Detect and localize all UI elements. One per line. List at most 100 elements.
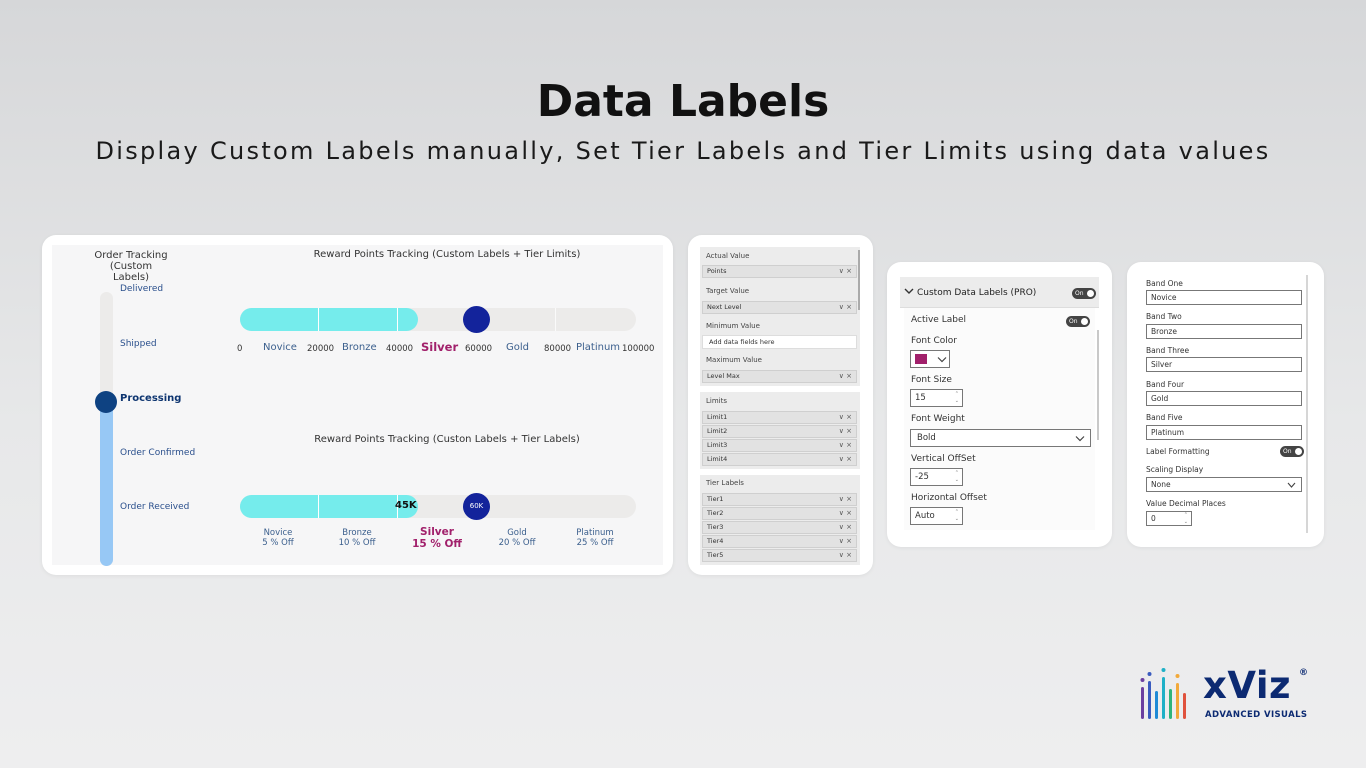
page-title: Data Labels — [536, 76, 830, 127]
tier-platinum: Platinum 25 % Off — [576, 528, 614, 548]
decimal-places-label: Value Decimal Places — [1146, 499, 1226, 508]
actual-value-field[interactable]: Points ∨ × — [702, 265, 857, 278]
decimal-places-stepper[interactable]: 0 ⌃ ⌄ — [1146, 511, 1192, 526]
horizontal-offset-stepper[interactable]: Auto ⌃ ⌄ — [910, 507, 963, 525]
stage-processing: Processing — [120, 393, 182, 404]
registered-mark: ® — [1299, 668, 1308, 678]
format-scrollbar[interactable] — [1097, 330, 1099, 440]
field-controls[interactable]: ∨ × — [839, 302, 852, 313]
limit-field[interactable]: Limit2 ∨ × — [702, 425, 857, 438]
field-controls[interactable]: ∨ × — [839, 454, 852, 465]
font-color-label: Font Color — [911, 336, 957, 346]
tier-separator — [397, 308, 398, 331]
stage-shipped: Shipped — [120, 339, 157, 349]
field-controls[interactable]: ∨ × — [839, 494, 852, 505]
field-controls[interactable]: ∨ × — [839, 266, 852, 277]
target-value-field[interactable]: Next Level ∨ × — [702, 301, 857, 314]
tier-label-bronze: Bronze — [342, 342, 377, 353]
section-toggle[interactable]: On — [1072, 288, 1096, 299]
tick-label: 100000 — [622, 344, 655, 354]
active-label-toggle[interactable]: On — [1066, 316, 1090, 327]
maximum-value-heading: Maximum Value — [706, 356, 762, 364]
vertical-offset-stepper[interactable]: -25 ⌃ ⌄ — [910, 468, 963, 486]
tier-silver-active: Silver 15 % Off — [412, 526, 462, 550]
tier-separator — [318, 495, 319, 518]
band-three-label: Band Three — [1146, 346, 1190, 355]
tier-label-field[interactable]: Tier3 ∨ × — [702, 521, 857, 534]
page-subtitle: Display Custom Labels manually, Set Tier… — [95, 137, 1271, 165]
limits-heading: Limits — [706, 397, 727, 405]
limit-field[interactable]: Limit3 ∨ × — [702, 439, 857, 452]
stage-order-received: Order Received — [120, 502, 190, 512]
field-controls[interactable]: ∨ × — [839, 371, 852, 382]
band-four-input[interactable]: Gold — [1146, 391, 1302, 406]
band-four-label: Band Four — [1146, 380, 1185, 389]
field-controls[interactable]: ∨ × — [839, 508, 852, 519]
target-value-heading: Target Value — [706, 287, 750, 295]
minimum-value-dropzone[interactable]: Add data fields here — [702, 335, 857, 349]
spinner-icon[interactable]: ⌃ ⌄ — [955, 470, 959, 484]
order-tracking-knob[interactable] — [95, 391, 117, 413]
tier-gold: Gold 20 % Off — [498, 528, 536, 548]
active-label-label: Active Label — [911, 315, 966, 325]
color-swatch — [915, 354, 927, 364]
tier-label-field[interactable]: Tier2 ∨ × — [702, 507, 857, 520]
tick-label: 20000 — [307, 344, 335, 354]
label-formatting-toggle[interactable]: On — [1280, 446, 1304, 457]
field-controls[interactable]: ∨ × — [839, 440, 852, 451]
spinner-icon[interactable]: ⌃ ⌄ — [1184, 512, 1188, 526]
limit-field[interactable]: Limit1 ∨ × — [702, 411, 857, 424]
stage-delivered: Delivered — [120, 284, 164, 294]
spinner-icon[interactable]: ⌃ ⌄ — [955, 391, 959, 405]
xviz-logo-icon — [1140, 665, 1196, 721]
reward-limits-fill — [240, 308, 418, 331]
stage-order-confirmed: Order Confirmed — [120, 448, 196, 458]
order-tracking-fill — [100, 402, 113, 566]
tick-label: 0 — [237, 344, 243, 354]
band-one-label: Band One — [1146, 279, 1183, 288]
actual-value-label: 45K — [395, 500, 417, 511]
spinner-icon[interactable]: ⌃ ⌄ — [955, 509, 959, 523]
tier-label-silver-active: Silver — [421, 340, 459, 354]
xviz-tagline: ADVANCED VISUALS — [1205, 710, 1308, 720]
font-weight-select[interactable]: Bold — [910, 429, 1091, 447]
minimum-value-heading: Minimum Value — [706, 322, 760, 330]
font-weight-label: Font Weight — [911, 414, 965, 424]
visual-card: Order Tracking (Custom Labels) Delivered… — [42, 235, 673, 575]
xviz-wordmark: xViz — [1203, 664, 1292, 707]
visual-canvas: Order Tracking (Custom Labels) Delivered… — [52, 245, 663, 566]
reward-limits-target-knob[interactable] — [463, 306, 490, 333]
field-controls[interactable]: ∨ × — [839, 426, 852, 437]
reward-tiers-fill — [240, 495, 418, 518]
band-five-input[interactable]: Platinum — [1146, 425, 1302, 440]
tier-separator — [318, 308, 319, 331]
tier-label-gold: Gold — [506, 342, 529, 353]
band-one-input[interactable]: Novice — [1146, 290, 1302, 305]
target-value-label: 60K — [469, 502, 484, 510]
band-two-input[interactable]: Bronze — [1146, 324, 1302, 339]
field-well-divider — [700, 386, 860, 392]
font-size-label: Font Size — [911, 375, 952, 385]
vertical-offset-label: Vertical OffSet — [911, 454, 976, 464]
maximum-value-field[interactable]: Level Max ∨ × — [702, 370, 857, 383]
font-color-picker[interactable] — [910, 350, 950, 368]
scaling-display-select[interactable]: None — [1146, 477, 1302, 492]
field-controls[interactable]: ∨ × — [839, 522, 852, 533]
field-well-scrollbar[interactable] — [858, 250, 860, 310]
chevron-down-icon — [1287, 482, 1296, 488]
tier-labels-heading: Tier Labels — [706, 479, 744, 487]
tier-label-field[interactable]: Tier4 ∨ × — [702, 535, 857, 548]
tier-label-field[interactable]: Tier5 ∨ × — [702, 549, 857, 562]
field-controls[interactable]: ∨ × — [839, 536, 852, 547]
tier-label-platinum: Platinum — [576, 342, 621, 353]
band-three-input[interactable]: Silver — [1146, 357, 1302, 372]
label-formatting-label: Label Formatting — [1146, 447, 1210, 456]
tier-label-field[interactable]: Tier1 ∨ × — [702, 493, 857, 506]
limit-field[interactable]: Limit4 ∨ × — [702, 453, 857, 466]
bands-scrollbar[interactable] — [1306, 275, 1308, 533]
font-size-stepper[interactable]: 15 ⌃ ⌄ — [910, 389, 963, 407]
field-controls[interactable]: ∨ × — [839, 550, 852, 561]
field-controls[interactable]: ∨ × — [839, 412, 852, 423]
chevron-down-icon[interactable] — [904, 287, 914, 298]
tier-bronze: Bronze 10 % Off — [338, 528, 376, 548]
